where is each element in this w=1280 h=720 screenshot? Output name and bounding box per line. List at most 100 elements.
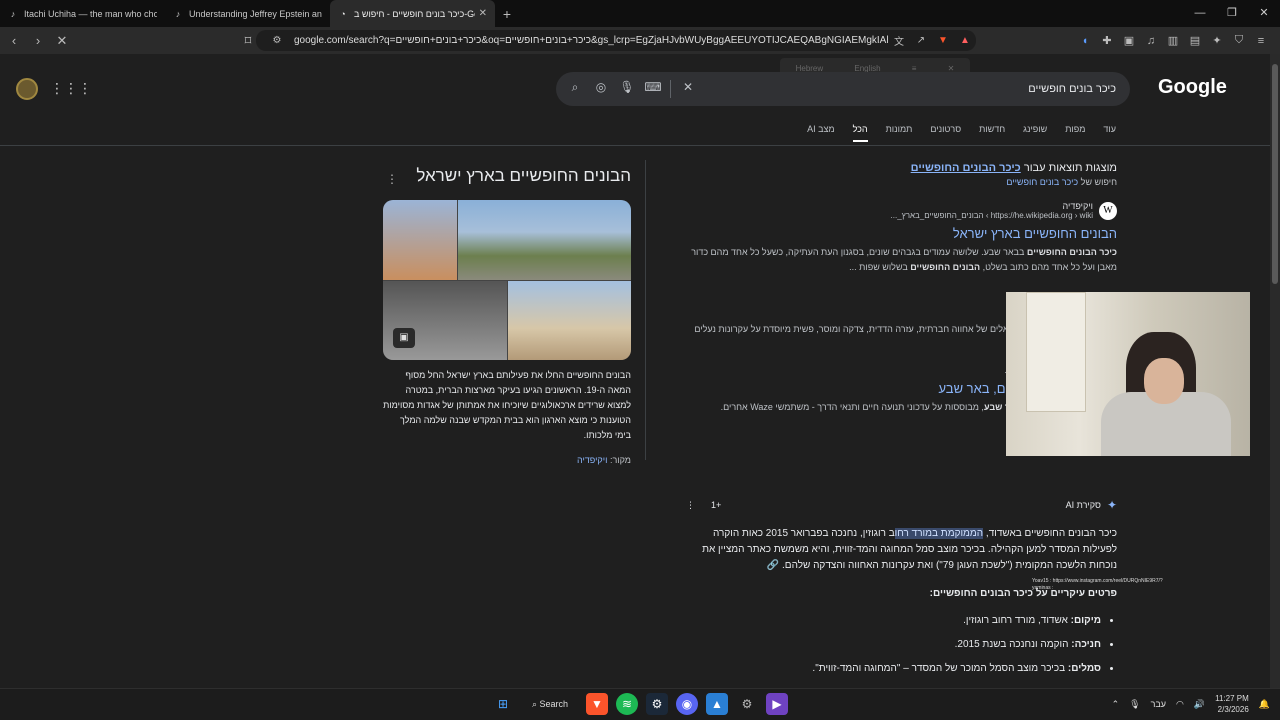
divider (0, 145, 1270, 146)
browser-toolbar: ‹ › ✕ ⌑ ⚙ google.com/search?q=כיכר+בונים… (0, 27, 1280, 54)
clock[interactable]: 11:27 PM 2/3/2026 (1215, 693, 1249, 715)
address-bar[interactable]: ⚙ google.com/search?q=כיכר+בונים+חופשיים… (256, 30, 976, 51)
tab-news[interactable]: חדשות (979, 124, 1005, 142)
tab-videos[interactable]: סרטונים (930, 124, 961, 142)
browser-tab-1[interactable]: ♪ Itachi Uchiha — the man who chose (0, 0, 165, 27)
close-window-icon[interactable]: ✕ (1248, 0, 1280, 27)
instead-prefix: חיפוש של (1080, 177, 1117, 187)
ai-overview-label: סקירת AI (1065, 500, 1101, 510)
tab-title: Itachi Uchiha — the man who chose (24, 8, 157, 19)
result-title[interactable]: הבונים החופשיים בארץ ישראל (686, 226, 1117, 241)
kp-description: הבונים החופשיים החלו את פעילותם בארץ ישר… (383, 370, 631, 440)
extensions-icon[interactable]: ✚ (1096, 34, 1118, 47)
search-icon[interactable]: ⌕ (562, 80, 588, 98)
new-tab-button[interactable]: + (495, 6, 519, 22)
microphone-icon[interactable]: 🎙 (614, 80, 640, 98)
app-icon[interactable]: ▶ (766, 693, 788, 715)
brave-rewards-icon[interactable]: ▲ (954, 35, 976, 46)
avatar[interactable] (16, 78, 38, 100)
steam-icon[interactable]: ⚙ (646, 693, 668, 715)
more-options-icon[interactable]: ⋮ (686, 500, 695, 511)
face-shape (1144, 358, 1184, 404)
tab-ai-mode[interactable]: מצב AI (807, 124, 835, 142)
taskbar: ⊞ ⌕ Search ▼ ≋ ⚙ ◉ ▲ ⚙ ▶ ⌃ 🎙 עבר ◠ 🔊 11:… (0, 688, 1280, 720)
taskbar-search[interactable]: ⌕ Search (522, 699, 578, 710)
brave-icon[interactable]: ▼ (586, 693, 608, 715)
images-icon[interactable]: ▣ (393, 328, 415, 348)
search-tabs: מצב AI הכל תמונות סרטונים חדשות שופינג מ… (807, 124, 1116, 142)
search-instead: חיפוש של כיכר בונים חופשיים (686, 177, 1117, 187)
media-icon[interactable]: ♫ (1140, 35, 1162, 47)
share-icon[interactable]: ↗ (910, 35, 932, 46)
stop-icon[interactable]: ✕ (52, 33, 72, 49)
tray-overflow-icon[interactable]: ⌃ (1112, 699, 1120, 710)
ai-sparkle-icon: ✦ (1106, 498, 1117, 512)
volume-icon[interactable]: 🔊 (1194, 699, 1205, 710)
discord-icon[interactable]: ◉ (676, 693, 698, 715)
notifications-icon[interactable]: 🔔 (1259, 699, 1270, 710)
tab-shopping[interactable]: שופינג (1023, 124, 1047, 142)
speech-icon[interactable]: ◖ (1074, 35, 1096, 47)
kp-source: מקור: ויקיפדיה (576, 455, 631, 465)
lens-icon[interactable]: ◎ (588, 80, 614, 98)
url-text: google.com/search?q=כיכר+בונים+חופשיים&o… (294, 35, 888, 46)
settings-icon[interactable]: ⚙ (736, 693, 758, 715)
wallet-icon[interactable]: ▤ (1184, 34, 1206, 47)
tab-more[interactable]: עוד (1103, 124, 1116, 142)
kp-image[interactable] (383, 200, 457, 280)
search-box[interactable]: ⌕ ◎ 🎙 ⌨ ✕ כיכר בונים חופשיים (556, 72, 1130, 106)
ai-sources-count[interactable]: +1 (711, 500, 721, 510)
google-logo[interactable]: Google (1158, 76, 1227, 99)
bookmark-icon[interactable]: ⌑ (238, 33, 258, 49)
photos-icon[interactable]: ▲ (706, 693, 728, 715)
wifi-icon[interactable]: ◠ (1176, 699, 1184, 710)
kp-image[interactable] (458, 200, 631, 280)
start-icon[interactable]: ⊞ (492, 693, 514, 715)
clear-icon[interactable]: ✕ (675, 80, 701, 98)
spotify-icon[interactable]: ≋ (616, 693, 638, 715)
tab-all[interactable]: הכל (852, 124, 868, 142)
scroll-thumb[interactable] (1272, 64, 1278, 284)
back-icon[interactable]: ‹ (4, 33, 24, 48)
kp-image[interactable] (508, 281, 631, 360)
kp-source-link[interactable]: ויקיפדיה (577, 455, 607, 465)
brave-shield-icon[interactable]: ▼ (932, 35, 954, 46)
browser-tab-2[interactable]: ♪ Understanding Jeffrey Epstein and Hi (165, 0, 330, 27)
tiktok-icon: ♪ (175, 8, 181, 19)
showing-prefix: מוצגות תוצאות עבור (1023, 162, 1117, 174)
browser-tab-strip: ♪ Itachi Uchiha — the man who chose ♪ Un… (0, 0, 1280, 27)
menu-icon[interactable]: ≡ (1250, 35, 1272, 47)
restore-icon[interactable]: ❐ (1216, 0, 1248, 27)
result-snippet: כיכר הבונים החופשיים בבאר שבע. שלושה עמו… (691, 247, 1117, 272)
search-input[interactable]: כיכר בונים חופשיים (701, 83, 1130, 95)
stream-chat-overlay: Yoav15 : https://www.instagram.com/reel/… (1032, 578, 1163, 592)
mic-icon[interactable]: 🎙 (1129, 699, 1140, 710)
wikipedia-logo-icon: W (1099, 201, 1117, 220)
forward-icon[interactable]: › (28, 33, 48, 48)
tab-title: כיכר בונים חופשיים - חיפוש ב-Google (354, 8, 475, 19)
language-indicator[interactable]: עבר (1151, 699, 1166, 709)
link-icon[interactable]: 🔗 (767, 560, 779, 571)
spelling-correction: מוצגות תוצאות עבור כיכר הבונים החופשיים (686, 162, 1117, 174)
minimize-icon[interactable]: — (1184, 0, 1216, 27)
apps-grid-icon[interactable]: ⋮⋮⋮ (50, 80, 92, 97)
knowledge-panel: הבונים החופשיים בארץ ישראל ▣ הבונים החופ… (383, 166, 631, 465)
kp-image[interactable] (383, 281, 507, 360)
browser-tab-3[interactable]: ◔ כיכר בונים חופשיים - חיפוש ב-Google ✕ (330, 0, 495, 27)
vpn-icon[interactable]: ⛉ (1228, 34, 1250, 47)
leo-ai-icon[interactable]: ✦ (1206, 34, 1228, 47)
screenshot-icon[interactable]: ▣ (1118, 34, 1140, 47)
tab-maps[interactable]: מפות (1065, 124, 1085, 142)
original-query-link[interactable]: כיכר בונים חופשיים (1006, 177, 1078, 187)
chat-line: yaminas : (1032, 585, 1054, 591)
close-tab-icon[interactable]: ✕ (479, 8, 487, 19)
kp-image-collage[interactable]: ▣ (383, 200, 631, 360)
tab-images[interactable]: תמונות (886, 124, 913, 142)
corrected-query-link[interactable]: כיכר הבונים החופשיים (911, 162, 1021, 174)
window-controls: — ❐ ✕ (1184, 0, 1280, 27)
translate-icon[interactable]: 文 (888, 33, 910, 48)
sidebar-icon[interactable]: ▥ (1162, 34, 1184, 47)
keyboard-icon[interactable]: ⌨ (640, 80, 666, 98)
site-info-icon[interactable]: ⚙ (266, 35, 288, 46)
ai-bullets: מיקום: אשדוד, מורד רחוב רוגוזין. חניכה: … (686, 609, 1117, 681)
